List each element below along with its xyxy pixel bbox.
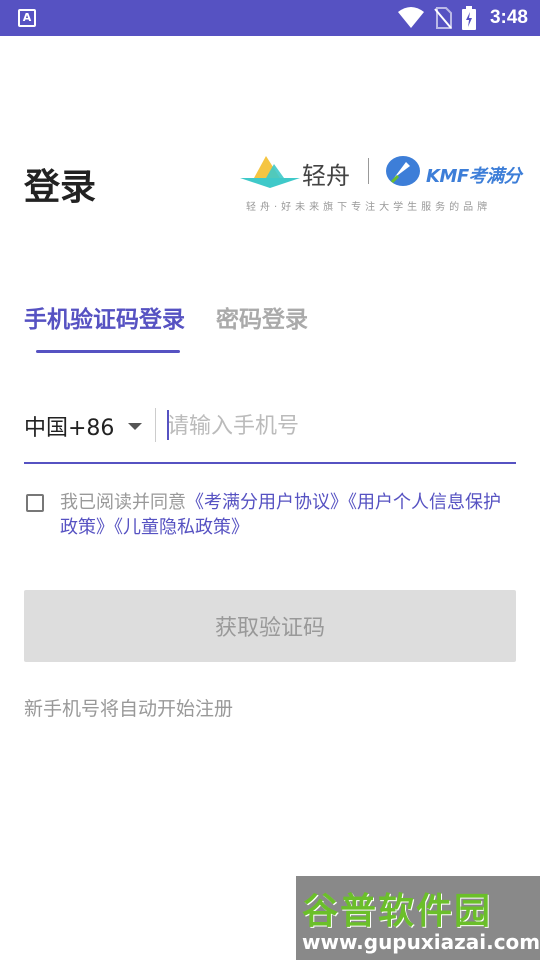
kmf-rocket-icon bbox=[386, 156, 420, 186]
brand-logos: 轻舟 KMF考满分 轻舟·好未来旗下专注大学生服务的品牌 bbox=[238, 150, 528, 220]
kmf-brand-text: KMF考满分 bbox=[426, 162, 522, 188]
field-divider bbox=[155, 408, 156, 442]
dropdown-caret-icon bbox=[128, 422, 143, 430]
qingzhou-brand-text: 轻舟 bbox=[302, 162, 350, 190]
battery-charging-icon bbox=[461, 6, 476, 30]
text-cursor bbox=[167, 410, 169, 440]
clock: 3:48 bbox=[489, 7, 528, 28]
active-tab-indicator bbox=[36, 350, 180, 353]
kmf-latin: KMF bbox=[426, 166, 469, 187]
country-code-label: 中国+86 bbox=[24, 416, 115, 441]
watermark-cn: 谷普软件园 bbox=[302, 891, 493, 932]
agreement-prefix: 我已阅读并同意 bbox=[60, 492, 186, 513]
app-notification-icon: A bbox=[18, 9, 36, 27]
tab-password-login[interactable]: 密码登录 bbox=[216, 300, 308, 334]
no-sim-icon bbox=[434, 7, 452, 29]
brand-slogan: 轻舟·好未来旗下专注大学生服务的品牌 bbox=[246, 202, 492, 213]
user-agreement-link[interactable]: 《考满分用户协议》 bbox=[186, 492, 348, 513]
country-code-selector[interactable]: 中国+86 bbox=[24, 410, 143, 442]
get-verification-code-button[interactable]: 获取验证码 bbox=[24, 590, 516, 662]
agreement-text: 我已阅读并同意《考满分用户协议》《用户个人信息保护政策》《儿童隐私政策》 bbox=[60, 490, 516, 540]
brand-divider bbox=[368, 158, 369, 184]
page-title: 登录 bbox=[24, 167, 97, 208]
tab-sms-login[interactable]: 手机验证码登录 bbox=[24, 300, 185, 334]
qingzhou-logo-icon bbox=[240, 156, 300, 188]
wifi-icon bbox=[397, 7, 424, 28]
phone-input-row: 中国+86 bbox=[24, 396, 516, 464]
phone-number-input[interactable] bbox=[167, 404, 507, 448]
watermark-url: www.gupuxiazai.com bbox=[302, 930, 540, 954]
agreement-checkbox[interactable] bbox=[26, 494, 44, 512]
site-watermark: 谷普软件园 www.gupuxiazai.com bbox=[296, 876, 540, 960]
auto-register-note: 新手机号将自动开始注册 bbox=[24, 698, 234, 720]
child-privacy-link[interactable]: 《儿童隐私政策》 bbox=[114, 517, 249, 538]
kmf-cn: 考满分 bbox=[468, 166, 522, 187]
status-icons: 3:48 bbox=[397, 0, 528, 36]
status-bar: A 3:48 bbox=[0, 0, 540, 36]
